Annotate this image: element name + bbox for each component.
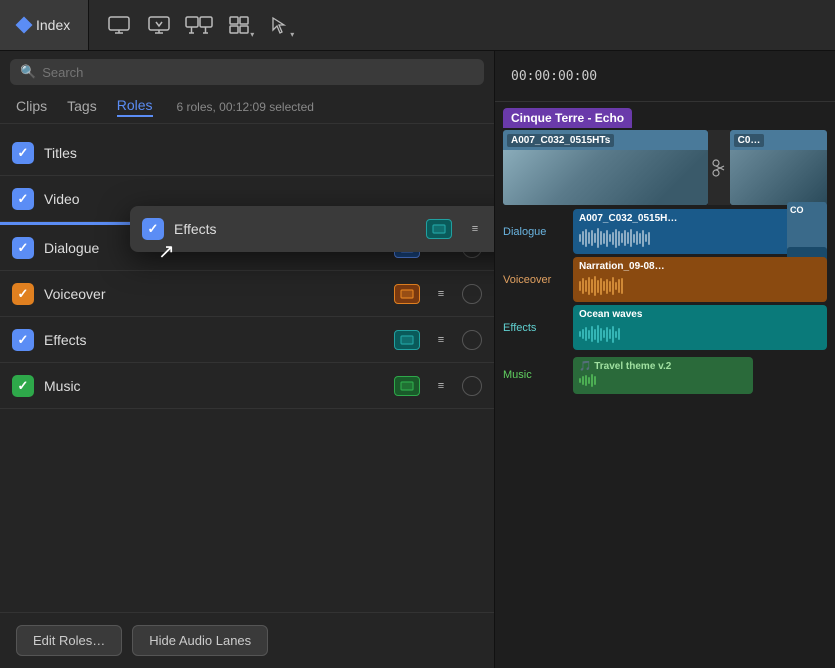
effects-waveform [579,322,821,346]
music-label: Music [44,378,384,394]
video-clip-1-thumb [503,150,708,205]
effects-popup: ✓ Effects ≡ [130,206,494,252]
cursor-icon-btn[interactable] [261,7,297,43]
right-panel: 00:00:00:00 Cinque Terre - Echo A007_C03… [495,51,835,668]
tab-info: 6 roles, 00:12:09 selected [177,100,314,114]
voiceover-label: Voiceover [44,286,384,302]
voiceover-waveform [579,274,821,298]
tab-clips[interactable]: Clips [16,98,47,116]
hide-audio-lanes-button[interactable]: Hide Audio Lanes [132,625,268,656]
index-diamond-icon [16,17,33,34]
voiceover-lane-label: Voiceover [503,257,573,302]
index-button[interactable]: Index [0,0,89,50]
dialogue-waveform [579,226,821,250]
tab-roles[interactable]: Roles [117,97,153,117]
effects-popup-checkbox[interactable]: ✓ [142,218,164,240]
tab-tags[interactable]: Tags [67,98,97,116]
video-label: Video [44,191,482,207]
effects-lane-label: Effects [503,305,573,350]
video-clip-1[interactable]: A007_C032_0515HTs [503,130,708,205]
list-item[interactable]: ✓ Voiceover ≡ [0,271,494,317]
video-clips-row: A007_C032_0515HTs C0… [503,130,827,205]
voiceover-clip-label: Narration_09-08… [579,261,821,272]
music-lane: Music 🎵 Travel theme v.2 [503,353,827,397]
music-lane-btn[interactable] [394,376,420,396]
left-panel: 🔍 Clips Tags Roles 6 roles, 00:12:09 sel… [0,51,495,668]
effects-popup-lane-btn[interactable] [426,219,452,239]
dialogue-checkbox[interactable]: ✓ [12,237,34,259]
voiceover-clip[interactable]: Narration_09-08… [573,257,827,302]
search-input-wrap[interactable]: 🔍 [10,59,484,85]
sequence-title: Cinque Terre - Echo [503,108,632,128]
effects-circle-btn[interactable] [462,330,482,350]
timeline-content: Cinque Terre - Echo A007_C032_0515HTs [495,102,835,668]
music-clips-row: 🎵 Travel theme v.2 [573,353,827,397]
roles-list: ✓ Titles ✓ Video ✓ Dialogue [0,124,494,612]
titles-checkbox[interactable]: ✓ [12,142,34,164]
video-clip-2-thumb [730,150,827,205]
music-menu-btn[interactable]: ≡ [428,376,454,396]
sequence-label: Cinque Terre - Echo [503,108,827,128]
edit-roles-button[interactable]: Edit Roles… [16,625,122,656]
top-bar: Index [0,0,835,51]
voiceover-circle-btn[interactable] [462,284,482,304]
effects-actions: ≡ [394,330,482,350]
video-clip-2[interactable]: C0… [730,130,827,205]
music-lane-label: Music [503,353,573,397]
monitor-icon-btn[interactable] [101,7,137,43]
effects-clip[interactable]: Ocean waves [573,305,827,350]
monitor-arrow-icon-btn[interactable] [141,7,177,43]
voiceover-actions: ≡ [394,284,482,304]
music-circle-btn[interactable] [462,376,482,396]
timeline-header: 00:00:00:00 [495,51,835,102]
titles-label: Titles [44,145,482,161]
co-clip-label: CO [790,205,804,215]
effects-label: Effects [44,332,384,348]
music-clip[interactable]: 🎵 Travel theme v.2 [573,357,753,394]
effects-clip-label: Ocean waves [579,309,821,320]
dual-monitor-icon-btn[interactable] [181,7,217,43]
grid-icon-btn[interactable] [221,7,257,43]
list-item[interactable]: ✓ Music ≡ [0,363,494,409]
tabs-row: Clips Tags Roles 6 roles, 00:12:09 selec… [0,93,494,124]
list-item[interactable]: ✓ Effects ≡ [0,317,494,363]
search-icon: 🔍 [20,64,36,80]
list-item[interactable]: ✓ Titles [0,130,494,176]
dialogue-lane: Dialogue A007_C032_0515H… [503,209,827,254]
music-actions: ≡ [394,376,482,396]
effects-lane-btn[interactable] [394,330,420,350]
video-checkbox[interactable]: ✓ [12,188,34,210]
search-input[interactable] [42,65,474,80]
cut-icon [708,130,730,205]
effects-menu-btn[interactable]: ≡ [428,330,454,350]
timecode-display: 00:00:00:00 [511,69,597,84]
bottom-buttons: Edit Roles… Hide Audio Lanes [0,612,494,668]
voiceover-menu-btn[interactable]: ≡ [428,284,454,304]
video-clip-1-label: A007_C032_0515HTs [507,134,614,147]
clip-track: Cinque Terre - Echo A007_C032_0515HTs [495,102,835,406]
dialogue-lane-label: Dialogue [503,209,573,254]
effects-checkbox[interactable]: ✓ [12,329,34,351]
search-bar: 🔍 [0,51,494,93]
effects-lane: Effects Ocean waves [503,305,827,350]
dialogue-clip-label: A007_C032_0515H… [579,213,821,224]
co-clip[interactable]: CO [787,202,827,252]
music-checkbox[interactable]: ✓ [12,375,34,397]
voiceover-lane-btn[interactable] [394,284,420,304]
voiceover-checkbox[interactable]: ✓ [12,283,34,305]
index-label: Index [36,17,70,33]
voiceover-lane: Voiceover Narration_09-08… [503,257,827,302]
toolbar-icons [89,7,835,43]
main-layout: 🔍 Clips Tags Roles 6 roles, 00:12:09 sel… [0,51,835,668]
effects-popup-label: Effects [174,221,416,237]
effects-popup-menu-btn[interactable]: ≡ [462,219,488,239]
video-clip-2-label: C0… [734,134,765,147]
music-clip-label: 🎵 Travel theme v.2 [579,361,747,372]
